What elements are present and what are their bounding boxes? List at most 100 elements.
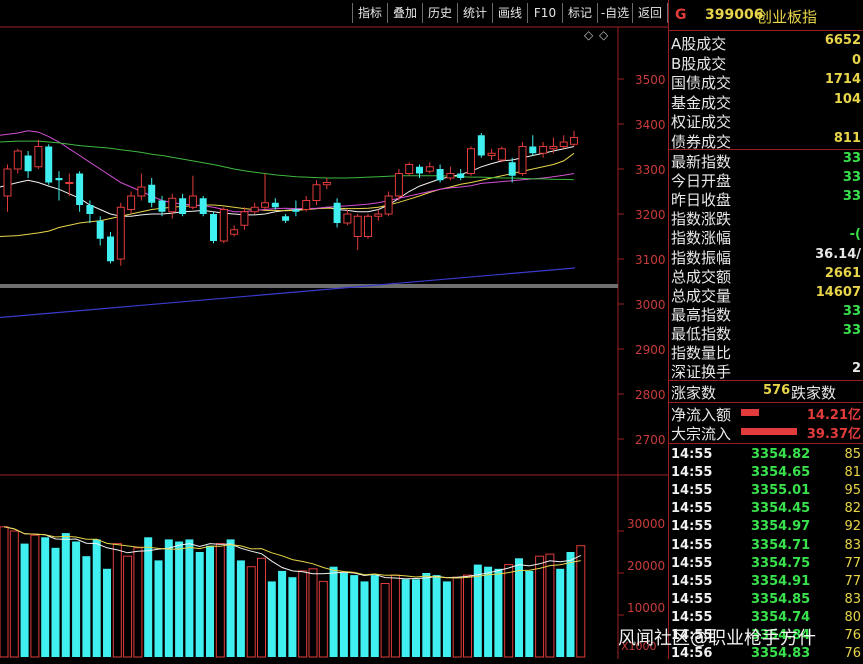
candle-body: [322, 182, 331, 186]
volume-bar: [452, 576, 462, 658]
index-stat-label: 今日开盘: [671, 172, 732, 191]
index-stat-row: 深证换手 2: [671, 361, 863, 382]
volume-bar: [103, 568, 111, 657]
trade-row[interactable]: 14:55 3354.65 81: [671, 464, 863, 483]
volume-bar: [164, 539, 173, 657]
trade-time: 14:55: [671, 501, 713, 517]
ma-line: [0, 130, 575, 213]
candle-body: [487, 152, 496, 156]
stat-value: 104: [833, 91, 861, 107]
candles: [3, 130, 578, 266]
volume-bar: [535, 555, 545, 658]
candle-body: [282, 216, 290, 221]
trade-row[interactable]: 14:55 3354.85 83: [671, 591, 863, 610]
trade-volume: 85: [844, 447, 861, 462]
index-stat-label: 昨日收盘: [671, 191, 732, 210]
volume-bar: [360, 581, 369, 657]
trade-time: 14:55: [671, 483, 713, 499]
volume-bar: [494, 568, 503, 657]
price-tick: 2700: [635, 433, 666, 447]
collapse-icon[interactable]: ◇: [599, 28, 609, 42]
index-stat-value: 33: [842, 189, 861, 205]
trade-row[interactable]: 14:55 3354.91 77: [671, 573, 863, 592]
volume-bar: [133, 547, 143, 658]
stat-row: B股成交 0: [671, 52, 863, 73]
candle-body: [549, 146, 558, 150]
volume-ma-line: [3, 526, 581, 579]
price-axis-ticks: [618, 78, 624, 440]
candle-body: [446, 173, 455, 179]
volume-tick: 20000: [627, 559, 666, 573]
volume-bars: [0, 526, 586, 658]
candle-body: [457, 173, 465, 178]
trade-row[interactable]: 14:55 3354.75 77: [671, 555, 863, 574]
volume-axis-ticks: [618, 530, 624, 616]
kline-chart[interactable]: ◇ ◇: [0, 0, 668, 659]
candle-body: [497, 148, 506, 161]
stat-value: 811: [833, 130, 861, 146]
candle-body: [158, 200, 166, 212]
ma-line: [0, 140, 575, 181]
index-stat-value: 2: [851, 361, 861, 377]
quote-panel: G 399006 创业板指 A股成交 6652 B股成交 0 国债成交 1714 基金成交 1…: [668, 0, 863, 661]
net-inflow-label: 净流入额: [671, 406, 732, 424]
candle-body: [405, 164, 414, 174]
candle-body: [467, 148, 475, 174]
net-inflow-bar: [741, 409, 759, 416]
trade-row[interactable]: 14:55 3354.97 92: [671, 518, 863, 537]
price-tick: 3500: [635, 73, 666, 87]
trade-volume: 83: [844, 591, 861, 607]
candle-body: [199, 198, 207, 214]
index-stat-row: 最高指数 33: [671, 304, 863, 324]
trade-price: 3354.75: [751, 555, 811, 571]
trade-time: 14:55: [671, 591, 713, 607]
trade-volume: 83: [844, 537, 861, 553]
candle-body: [107, 236, 114, 262]
index-stat-label: 指数涨跌: [671, 210, 732, 229]
down-count-label: 跌家数: [791, 384, 837, 402]
volume-bar: [329, 566, 338, 657]
stat-value: 0: [851, 52, 861, 68]
candle-body: [559, 141, 568, 147]
candle-body: [394, 173, 403, 197]
index-stat-row: 指数涨幅 -(: [671, 227, 863, 247]
candle-body: [425, 166, 434, 172]
trade-row[interactable]: 14:55 3354.45 82: [671, 500, 863, 519]
volume-bar: [442, 581, 451, 657]
candle-body: [529, 146, 537, 154]
index-header: G 399006 创业板指: [669, 2, 863, 28]
stat-row: 债券成交 811: [671, 130, 863, 151]
volume-bar: [41, 537, 50, 657]
index-stat-value: 33: [842, 151, 861, 166]
candle-body: [302, 200, 311, 210]
trade-row[interactable]: 14:55 3354.82 85: [671, 446, 863, 465]
index-stat-label: 总成交额: [671, 267, 732, 286]
index-stat-row: 指数振幅 36.14/: [671, 247, 863, 267]
volume-bar: [298, 570, 308, 658]
volume-bar: [144, 537, 153, 657]
index-stat-label: 最低指数: [671, 324, 732, 343]
stat-value: 1714: [824, 72, 861, 87]
index-stat-label: 深证换手: [671, 363, 732, 382]
trade-price: 3355.01: [751, 483, 811, 499]
index-stat-row: 指数量比: [671, 342, 863, 362]
volume-bar: [576, 545, 586, 658]
candle-body: [230, 229, 239, 235]
price-tick: 3000: [635, 298, 666, 312]
volume-bar: [412, 579, 420, 657]
candle-body: [3, 168, 12, 197]
volume-bar: [0, 526, 9, 658]
candle-body: [539, 146, 548, 154]
expand-icon[interactable]: ◇: [584, 28, 594, 42]
volume-tick: 10000: [627, 601, 666, 615]
candle-body: [45, 146, 53, 183]
candle-body: [343, 213, 352, 224]
price-tick: 2900: [635, 343, 666, 357]
volume-bar: [278, 570, 287, 657]
ma-line-long: [0, 267, 576, 319]
index-stat-label: 总成交量: [671, 286, 732, 305]
trade-row[interactable]: 14:55 3355.01 95: [671, 482, 863, 501]
candle-body: [436, 169, 444, 181]
volume-bar: [422, 573, 431, 657]
trade-row[interactable]: 14:55 3354.71 83: [671, 537, 863, 556]
